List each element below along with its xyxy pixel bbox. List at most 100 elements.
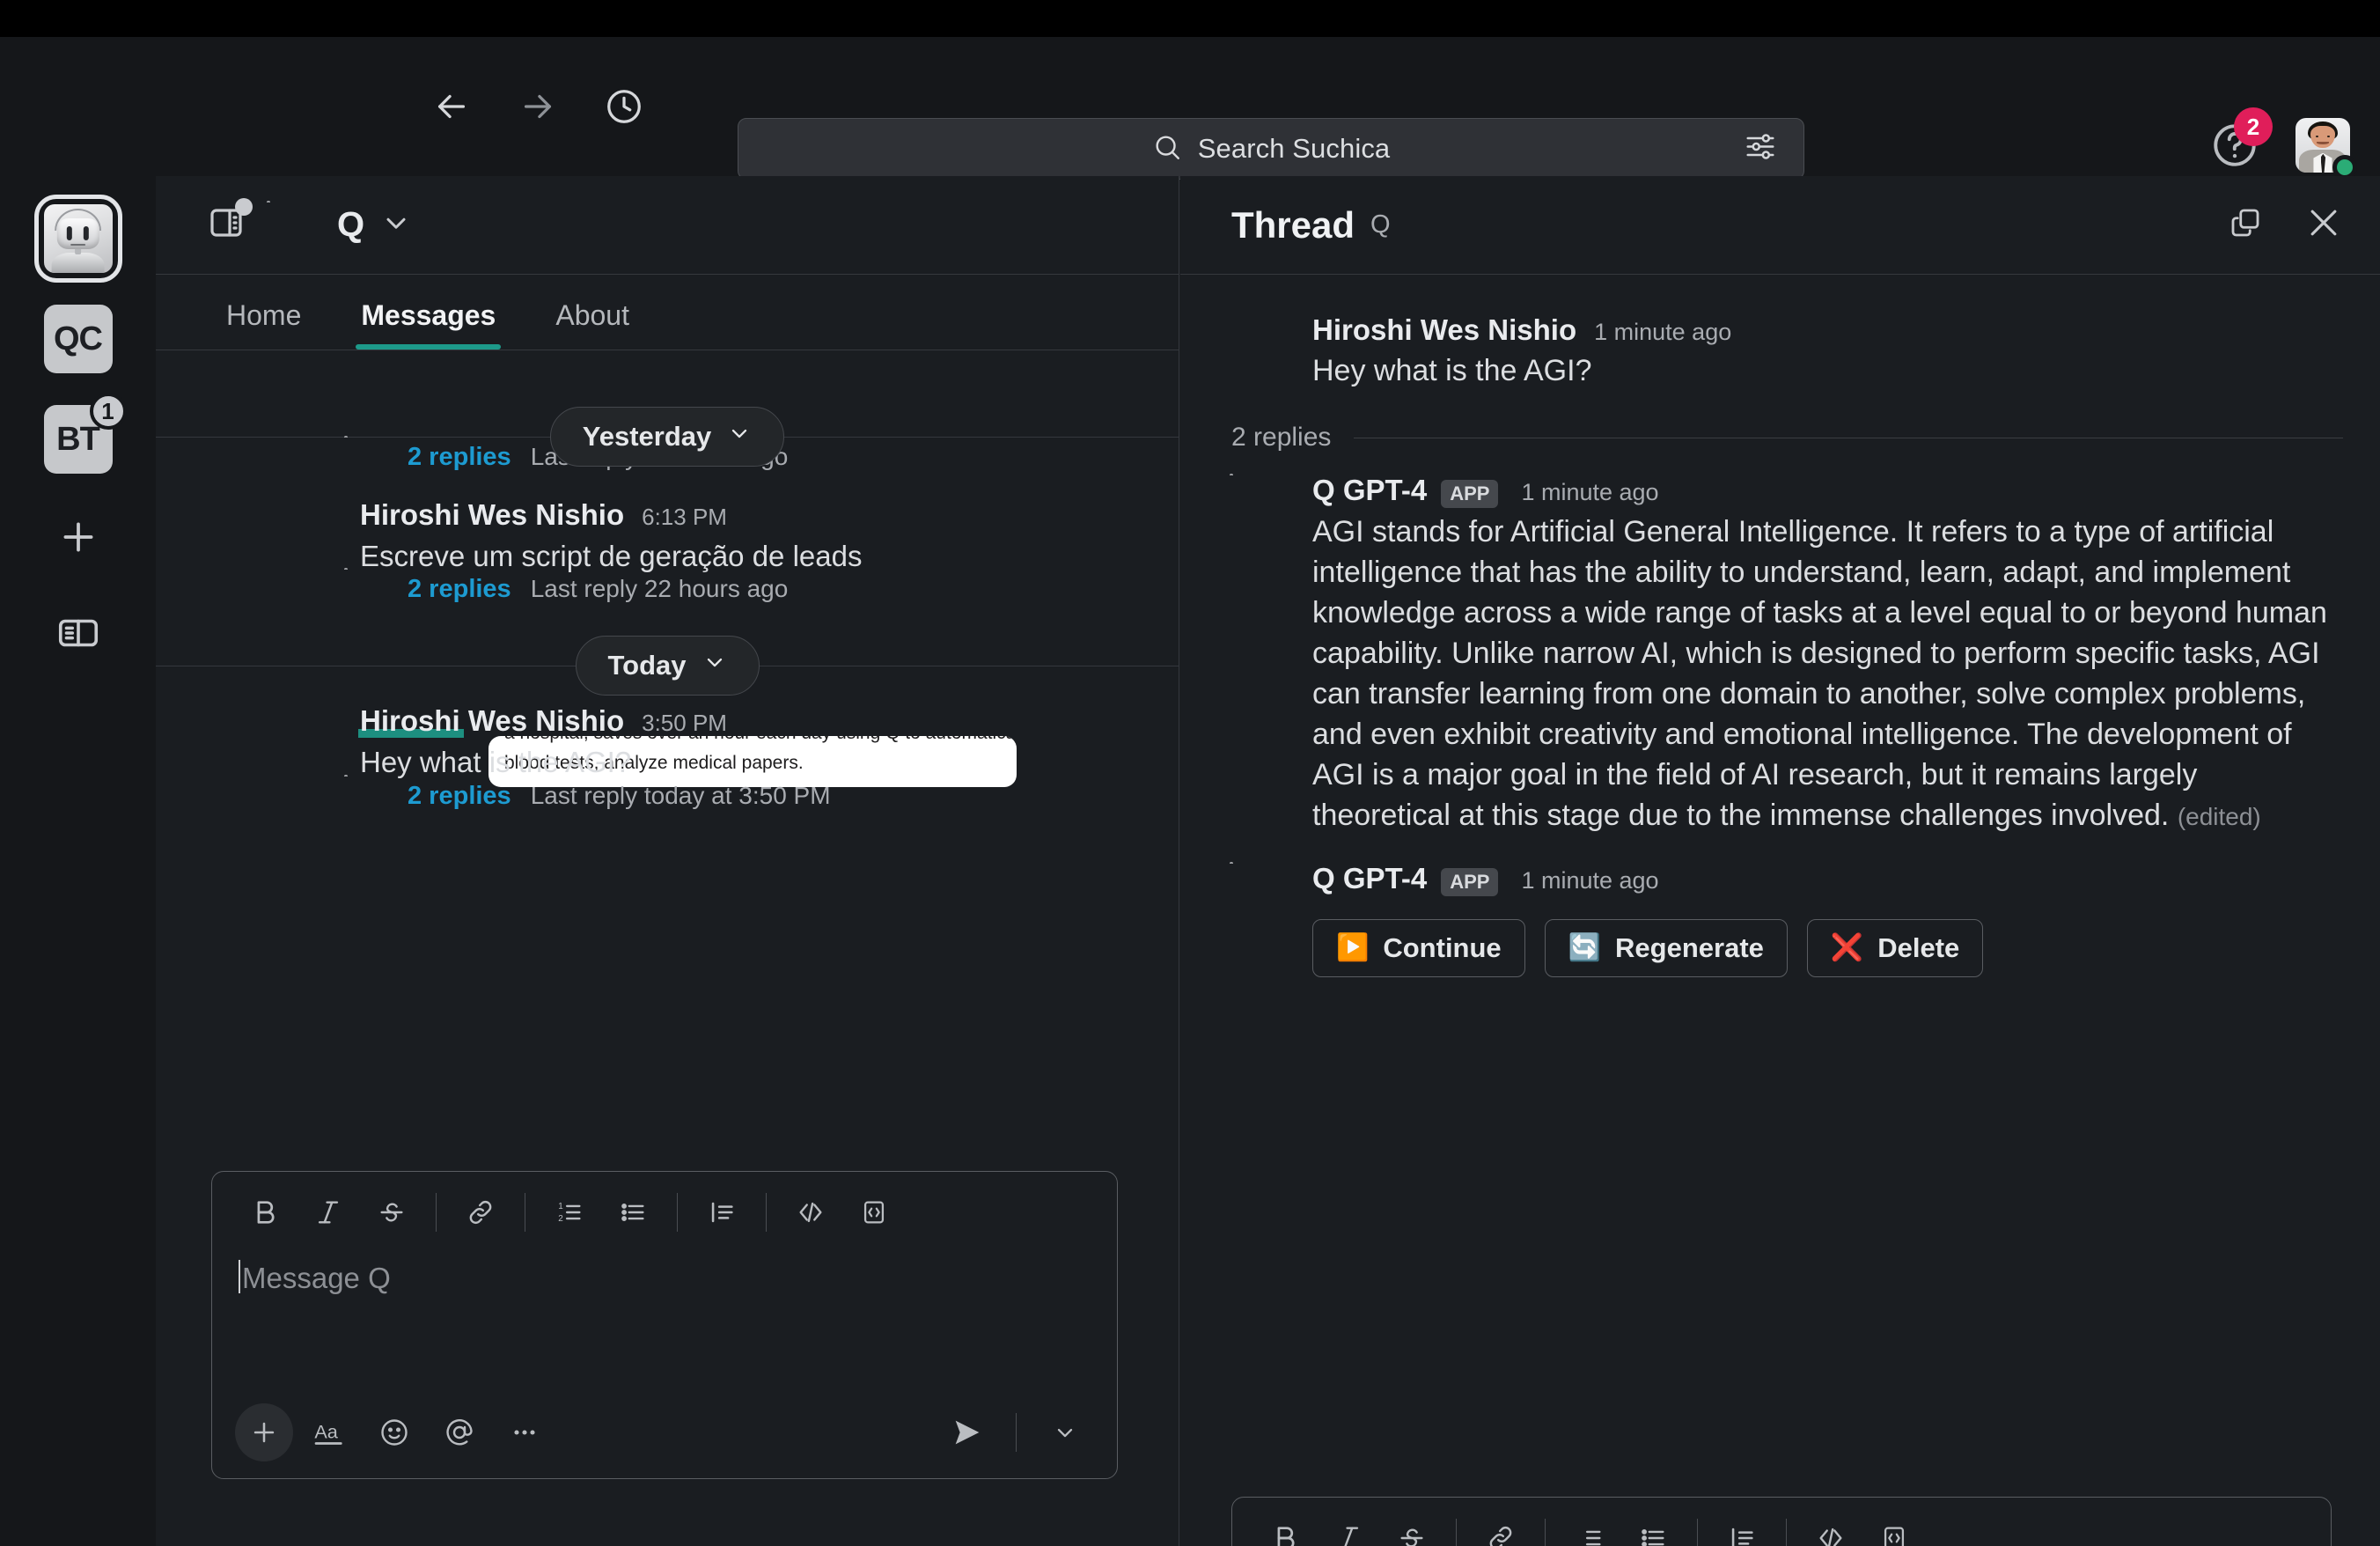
workspace-tile-qc: QC: [44, 305, 113, 373]
blockquote-icon[interactable]: [1710, 1510, 1774, 1546]
window-titlebar: [0, 0, 2380, 37]
last-reply-time: Last reply 22 hours ago: [531, 575, 789, 603]
thread-replies-row[interactable]: 2 replies Last reply 22 hours ago: [346, 568, 788, 610]
message-input-placeholder: Message Q: [242, 1262, 391, 1294]
toggle-sidebar-button[interactable]: [55, 609, 102, 661]
sidebar-item-q-workspace[interactable]: [44, 204, 113, 273]
svg-text:Aa: Aa: [314, 1421, 338, 1443]
replies-count-link[interactable]: 2 replies: [408, 443, 511, 472]
channel-tabs: Home Messages About: [156, 275, 1179, 350]
sidebar-toggle-icon[interactable]: [207, 202, 249, 248]
chevron-down-icon: [702, 650, 727, 681]
message-author[interactable]: Q GPT-4: [1312, 474, 1427, 507]
workspace-unread-badge: 1: [90, 393, 127, 430]
unread-dot: [235, 198, 253, 216]
italic-icon[interactable]: [1317, 1510, 1380, 1546]
date-pill-yesterday[interactable]: Yesterday: [550, 407, 785, 467]
regenerate-button[interactable]: 🔄 Regenerate: [1545, 919, 1788, 977]
bold-icon[interactable]: [1253, 1510, 1317, 1546]
close-icon[interactable]: [2304, 203, 2343, 247]
avatar[interactable]: [279, 498, 337, 556]
message-timestamp: 1 minute ago: [1594, 319, 1731, 346]
code-icon[interactable]: [1799, 1510, 1862, 1546]
avatar[interactable]: [2296, 118, 2350, 173]
mention-icon[interactable]: [430, 1403, 488, 1461]
replies-count-link[interactable]: 2 replies: [408, 782, 511, 811]
thread-panel: Thread Q Hiroshi Wes Nishio 1 minute ago: [1180, 176, 2380, 1546]
message-input[interactable]: Message Q: [212, 1253, 1117, 1387]
continue-button-label: Continue: [1383, 932, 1501, 964]
cross-mark-icon: ❌: [1831, 935, 1863, 961]
send-icon[interactable]: [938, 1403, 996, 1461]
ordered-list-icon[interactable]: 12: [538, 1184, 601, 1240]
link-icon[interactable]: [1469, 1510, 1532, 1546]
robot-avatar-icon[interactable]: [1231, 862, 1289, 920]
search-input[interactable]: Search Suchica: [738, 118, 1804, 180]
message-author[interactable]: Hiroshi Wes Nishio: [360, 704, 624, 738]
help-button[interactable]: 2: [2209, 120, 2260, 171]
blockquote-icon[interactable]: [690, 1184, 753, 1240]
tab-messages[interactable]: Messages: [331, 299, 525, 350]
toolbar-divider: [766, 1193, 767, 1232]
replies-count-link[interactable]: 2 replies: [408, 575, 511, 604]
tab-home[interactable]: Home: [207, 299, 331, 350]
thread-replies-row[interactable]: 2 replies Last reply today at 3:50 PM: [346, 775, 831, 817]
toolbar-divider: [1786, 1519, 1787, 1546]
search-placeholder: Search Suchica: [1198, 133, 1391, 165]
arrow-left-icon[interactable]: [427, 82, 476, 131]
message-action-buttons: ▶️ Continue 🔄 Regenerate ❌ Delete: [1312, 919, 1983, 977]
bullet-list-icon[interactable]: [1621, 1510, 1685, 1546]
more-icon[interactable]: [496, 1403, 554, 1461]
thread-message-composer[interactable]: [1231, 1497, 2332, 1546]
toolbar-divider: [436, 1193, 437, 1232]
link-icon[interactable]: [449, 1184, 512, 1240]
arrow-right-icon[interactable]: [513, 82, 562, 131]
strikethrough-icon[interactable]: [360, 1184, 423, 1240]
chevron-down-icon[interactable]: [380, 207, 412, 243]
italic-icon[interactable]: [297, 1184, 360, 1240]
chevron-down-icon[interactable]: [1036, 1403, 1094, 1461]
edited-label: (edited): [2178, 803, 2261, 830]
delete-button[interactable]: ❌ Delete: [1807, 919, 1983, 977]
robot-avatar-icon: [346, 775, 388, 817]
open-in-new-icon[interactable]: [2227, 204, 2264, 246]
avatar[interactable]: [279, 704, 337, 762]
sliders-icon[interactable]: [1744, 130, 1777, 168]
message-author[interactable]: Hiroshi Wes Nishio: [1312, 313, 1576, 347]
clock-icon[interactable]: [599, 82, 649, 131]
plus-icon[interactable]: [235, 1403, 293, 1461]
sidebar-item-bt-workspace[interactable]: BT 1: [44, 405, 113, 474]
sidebar-item-qc-workspace[interactable]: QC: [44, 305, 113, 373]
format-text-icon[interactable]: Aa: [300, 1403, 358, 1461]
message-author[interactable]: Q GPT-4: [1312, 862, 1427, 895]
tab-about[interactable]: About: [525, 299, 659, 350]
date-pill-today[interactable]: Today: [576, 636, 760, 696]
top-bar: Search Suchica 2: [0, 37, 2380, 176]
formatting-toolbar: 12: [212, 1172, 1117, 1253]
ordered-list-icon[interactable]: [1558, 1510, 1621, 1546]
message-author[interactable]: Hiroshi Wes Nishio: [360, 498, 624, 532]
robot-avatar-icon[interactable]: [1231, 474, 1289, 532]
code-block-icon[interactable]: [1862, 1510, 1926, 1546]
add-workspace-button[interactable]: [47, 505, 110, 569]
bold-icon[interactable]: [233, 1184, 297, 1240]
code-block-icon[interactable]: [842, 1184, 906, 1240]
help-notification-badge: 2: [2234, 107, 2273, 146]
page-title: Q: [337, 205, 364, 245]
message-timestamp: 1 minute ago: [1521, 479, 1658, 506]
thread-title: Thread: [1231, 204, 1355, 247]
navigation-buttons: [427, 82, 649, 131]
bullet-list-icon[interactable]: [601, 1184, 665, 1240]
toolbar-divider: [1545, 1519, 1546, 1546]
avatar[interactable]: [1231, 313, 1289, 372]
code-icon[interactable]: [779, 1184, 842, 1240]
last-reply-time: Last reply today at 3:50 PM: [531, 782, 831, 810]
regenerate-button-label: Regenerate: [1615, 932, 1764, 964]
strikethrough-icon[interactable]: [1380, 1510, 1443, 1546]
message-timestamp: 3:50 PM: [642, 710, 727, 737]
composer-actions: Aa: [212, 1387, 1117, 1478]
emoji-icon[interactable]: [365, 1403, 423, 1461]
message-text: AGI stands for Artificial General Intell…: [1312, 512, 2343, 837]
continue-button[interactable]: ▶️ Continue: [1312, 919, 1525, 977]
thread-reply-actions: Q GPT-4 APP 1 minute ago ▶️ Continue 🔄 R…: [1231, 862, 2343, 977]
